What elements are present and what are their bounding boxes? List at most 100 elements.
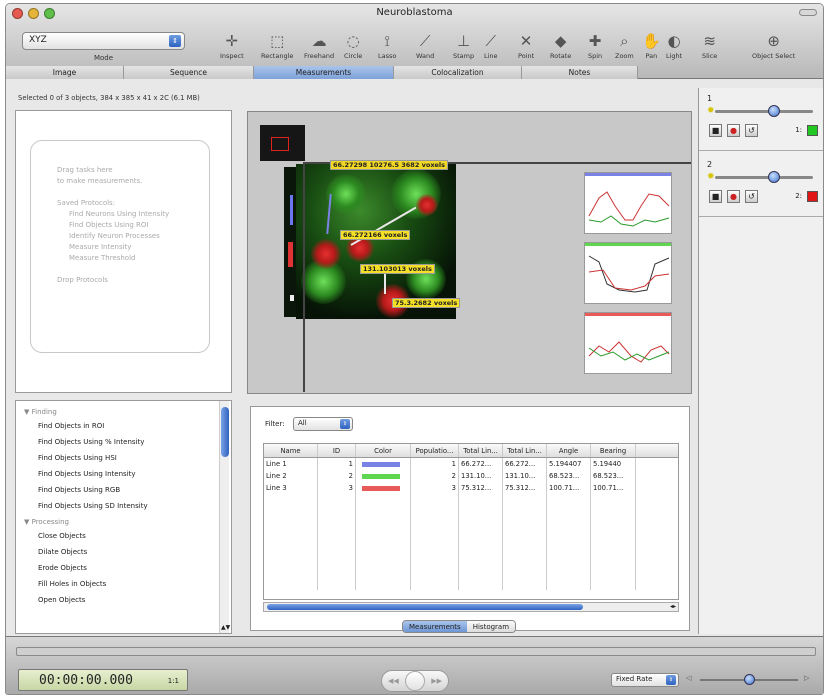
frame-counter: 1:1 [167, 677, 179, 685]
timeline-track[interactable] [16, 647, 816, 656]
slider-knob[interactable] [767, 171, 780, 183]
task-item[interactable]: Dilate Objects [16, 545, 231, 561]
tool-pan[interactable]: ✋ Pan [642, 30, 661, 66]
column-header[interactable]: Name [264, 444, 318, 457]
column-header[interactable]: Angle [547, 444, 591, 457]
task-item[interactable]: Find Objects Using SD Intensity [16, 499, 231, 515]
tool-zoom[interactable]: ⌕ Zoom [615, 30, 634, 66]
tab-histogram-view[interactable]: Histogram [466, 621, 516, 632]
channel-brightness-slider[interactable] [715, 105, 813, 117]
crosshair-vertical[interactable] [303, 162, 305, 392]
scroll-arrows-icon[interactable]: ▲▼ [221, 624, 230, 631]
tool-spin[interactable]: ✚ Spin [588, 30, 602, 66]
measurement-label: 66.272166 voxels [340, 230, 411, 240]
tool-label: Zoom [615, 52, 634, 60]
table-cell: 68.523... [547, 470, 591, 482]
channel-record-button[interactable]: ● [727, 124, 740, 137]
task-item[interactable]: Open Objects [16, 593, 231, 609]
table-row[interactable]: Line 2 2 2 131.10... 131.10... 68.523... 68.52… [264, 470, 678, 482]
tool-slice[interactable]: ≋ Slice [702, 30, 717, 66]
slider-knob[interactable] [744, 674, 755, 685]
tool-object-select[interactable]: ⊕ Object Select [752, 30, 795, 66]
column-header[interactable]: ID [318, 444, 356, 457]
tab-measurements[interactable]: Measurements [254, 66, 394, 79]
dropzone-text [57, 264, 209, 275]
intensity-profile-3 [584, 312, 672, 374]
disclosure-triangle-icon[interactable]: ▼ [24, 408, 32, 416]
tool-point[interactable]: ✕ Point [518, 30, 534, 66]
toolbar-toggle-button[interactable] [799, 9, 817, 16]
tab-sequence[interactable]: Sequence [124, 66, 254, 79]
tool-lasso[interactable]: ⟟ Lasso [378, 30, 396, 66]
rate-select[interactable]: Fixed Rate ⇕ [611, 673, 679, 687]
column-header[interactable]: Total Lin... [503, 444, 547, 457]
task-item[interactable]: Find Objects Using HSI [16, 451, 231, 467]
tab-notes[interactable]: Notes [522, 66, 638, 79]
task-group-processing[interactable]: ▼ Processing [16, 515, 231, 529]
channel-color-well[interactable] [807, 191, 818, 202]
slider-knob[interactable] [767, 105, 780, 117]
tool-label: Freehand [304, 52, 335, 60]
tool-freehand[interactable]: ☁ Freehand [304, 30, 334, 66]
channel-color-well[interactable] [807, 125, 818, 136]
tool-line[interactable]: ⟋ Line [484, 30, 498, 66]
line-icon: ⟋ [485, 32, 497, 50]
filter-select[interactable]: All ⇕ [293, 417, 353, 431]
channel-reset-button[interactable]: ↺ [745, 124, 758, 137]
tool-inspect[interactable]: ✛ Inspect [220, 30, 244, 66]
play-button[interactable] [405, 671, 425, 691]
tool-rotate[interactable]: ◆ Rotate [550, 30, 571, 66]
task-item[interactable]: Find Objects Using % Intensity [16, 435, 231, 451]
navigator-thumbnail[interactable] [260, 125, 305, 161]
speed-slider[interactable] [700, 674, 798, 685]
table-cell: 75.312... [459, 482, 503, 494]
task-item[interactable]: Close Objects [16, 529, 231, 545]
brightness-icon: ✹ [707, 106, 715, 116]
color-swatch [362, 461, 400, 467]
tab-measurements-view[interactable]: Measurements [403, 621, 467, 632]
column-header[interactable]: Total Lin... [459, 444, 503, 457]
tool-label: Line [484, 52, 498, 60]
light-icon: ◐ [667, 32, 681, 50]
step-forward-icon[interactable]: ▶▶ [431, 677, 442, 685]
rotate-icon: ◆ [554, 32, 567, 50]
channel-view-button[interactable]: ■ [709, 124, 722, 137]
tool-light[interactable]: ◐ Light [666, 30, 682, 66]
task-item[interactable]: Fill Holes in Objects [16, 577, 231, 593]
tab-colocalization[interactable]: Colocalization [394, 66, 522, 79]
table-row[interactable]: Line 1 1 1 66.272... 66.272... 5.194407 5.1944… [264, 458, 678, 470]
channel-reset-button[interactable]: ↺ [745, 190, 758, 203]
scroll-arrows-icon[interactable]: ◂▸ [670, 603, 676, 610]
protocol-dropzone[interactable]: Drag tasks here to make measurements. Save… [30, 140, 210, 353]
task-item[interactable]: Find Objects in ROI [16, 419, 231, 435]
brightness-icon: ✹ [707, 172, 715, 182]
tool-label: Wand [416, 52, 435, 60]
table-row[interactable]: Line 3 3 3 75.312... 75.312... 100.71... 100.7… [264, 482, 678, 494]
table-hscrollbar[interactable]: ◂▸ [263, 602, 679, 612]
image-viewer[interactable]: 66.27298 10276.5 3682 voxels 66.272166 v… [247, 111, 692, 394]
tool-rectangle[interactable]: ⬚ Rectangle [261, 30, 293, 66]
tool-circle[interactable]: ◌ Circle [344, 30, 362, 66]
task-group-finding[interactable]: ▼ Finding [16, 405, 231, 419]
mode-select[interactable]: XYZ ⇕ [22, 32, 185, 50]
column-header[interactable]: Populatio... [411, 444, 459, 457]
step-back-icon[interactable]: ◀◀ [388, 677, 399, 685]
channel-view-button[interactable]: ■ [709, 190, 722, 203]
tab-image[interactable]: Image [6, 66, 124, 79]
column-header[interactable]: Color [356, 444, 411, 457]
scroll-thumb[interactable] [267, 604, 583, 610]
disclosure-triangle-icon[interactable]: ▼ [24, 518, 32, 526]
tool-stamp[interactable]: ⊥ Stamp [453, 30, 474, 66]
task-item[interactable]: Find Objects Using RGB [16, 483, 231, 499]
task-list-scrollbar[interactable]: ▲▼ [219, 401, 230, 633]
task-item[interactable]: Find Objects Using Intensity [16, 467, 231, 483]
measurement-panel: Filter: All ⇕ Name ID Color Populatio... Tot… [250, 406, 690, 631]
channel-record-button[interactable]: ● [727, 190, 740, 203]
image-slice[interactable] [296, 164, 456, 319]
scroll-thumb[interactable] [221, 407, 229, 457]
tool-wand[interactable]: ⟋ Wand [416, 30, 434, 66]
column-header[interactable]: Bearing [591, 444, 636, 457]
channel-brightness-slider[interactable] [715, 171, 813, 183]
task-item[interactable]: Erode Objects [16, 561, 231, 577]
dropzone-text: Identify Neuron Processes [69, 232, 160, 240]
